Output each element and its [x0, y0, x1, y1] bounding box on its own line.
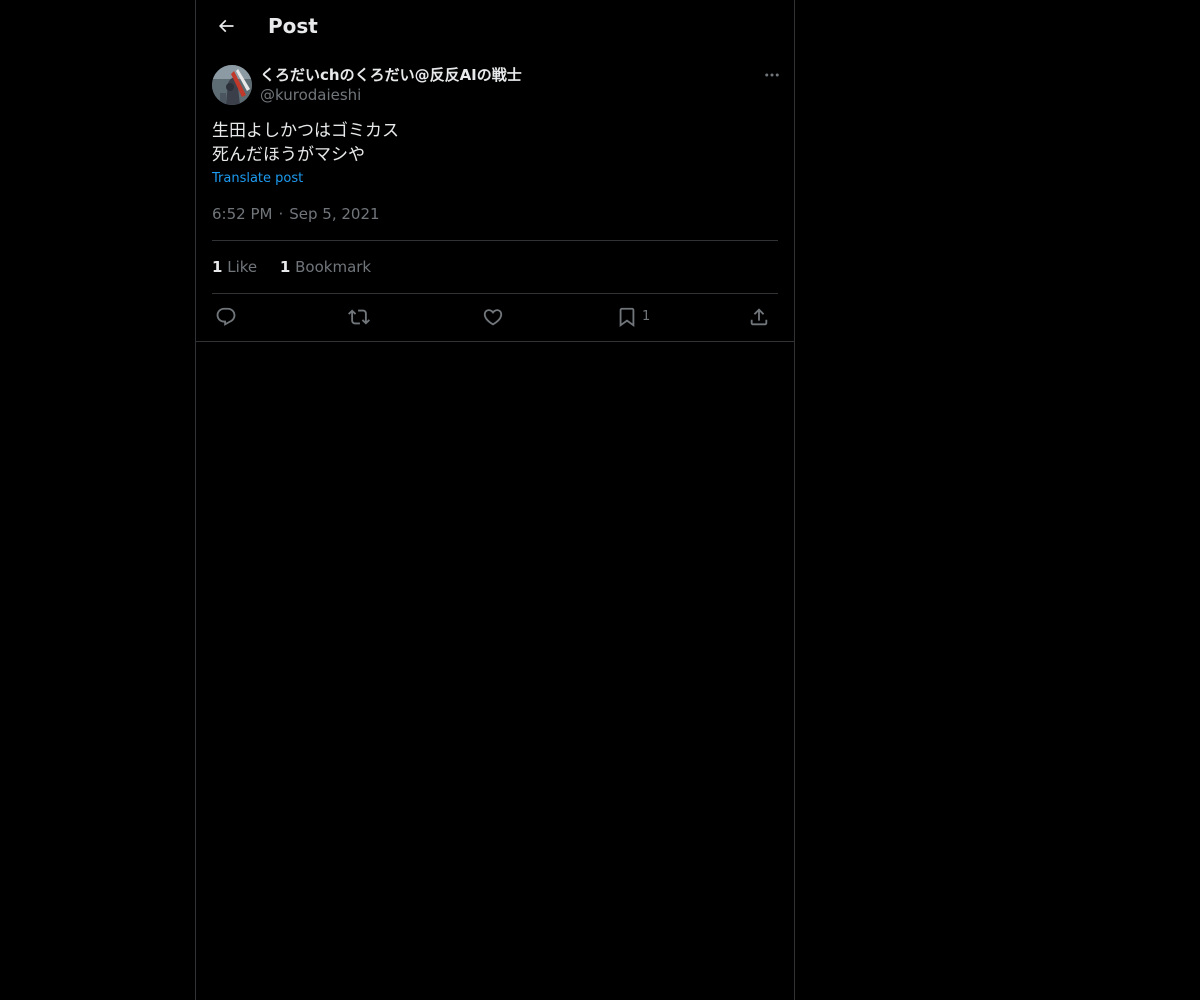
heart-icon — [482, 306, 504, 328]
author-display-name[interactable]: くろだいchのくろだい@反反AIの戦士 — [260, 65, 522, 85]
bookmark-icon — [616, 306, 638, 328]
reply-icon — [215, 306, 237, 328]
arrow-left-icon — [216, 16, 236, 36]
bookmarks-label: Bookmark — [295, 258, 372, 276]
reply-button[interactable] — [215, 305, 237, 329]
bookmark-button[interactable]: 1 — [616, 305, 650, 329]
translate-post-link[interactable]: Translate post — [212, 170, 303, 188]
likes-stat[interactable]: 1 Like — [212, 258, 257, 276]
author-handle[interactable]: @kurodaieshi — [260, 85, 361, 105]
avatar[interactable] — [212, 65, 252, 105]
bookmarks-count: 1 — [279, 258, 291, 276]
more-options-button[interactable] — [760, 63, 784, 87]
post-actions-bar: 1 — [212, 293, 778, 341]
post-time: 6:52 PM — [212, 205, 273, 223]
likes-label: Like — [227, 258, 258, 276]
primary-column: Post くろだいchのくろだい@反反AIの戦士 @kurodaieshi 生田… — [195, 0, 795, 1000]
page-title: Post — [268, 14, 318, 38]
likes-count: 1 — [212, 258, 223, 276]
meta-separator: · — [278, 205, 284, 223]
like-button[interactable] — [482, 305, 504, 329]
back-button[interactable] — [208, 8, 244, 44]
divider — [212, 240, 778, 241]
page-header: Post — [196, 0, 794, 53]
post-article: くろだいchのくろだい@反反AIの戦士 @kurodaieshi 生田よしかつは… — [196, 53, 794, 342]
share-button[interactable] — [748, 305, 770, 329]
more-horizontal-icon — [763, 66, 781, 84]
bookmark-count: 1 — [642, 309, 651, 324]
bookmarks-stat[interactable]: 1 Bookmark — [280, 258, 371, 276]
repost-button[interactable] — [348, 305, 370, 329]
post-timestamp[interactable]: 6:52 PM · Sep 5, 2021 — [212, 204, 380, 224]
post-stats: 1 Like 1 Bookmark — [212, 257, 389, 277]
post-date: Sep 5, 2021 — [289, 205, 380, 223]
repost-icon — [348, 306, 370, 328]
post-text: 生田よしかつはゴミカス 死んだほうがマシや — [212, 121, 399, 165]
share-icon — [748, 306, 770, 328]
